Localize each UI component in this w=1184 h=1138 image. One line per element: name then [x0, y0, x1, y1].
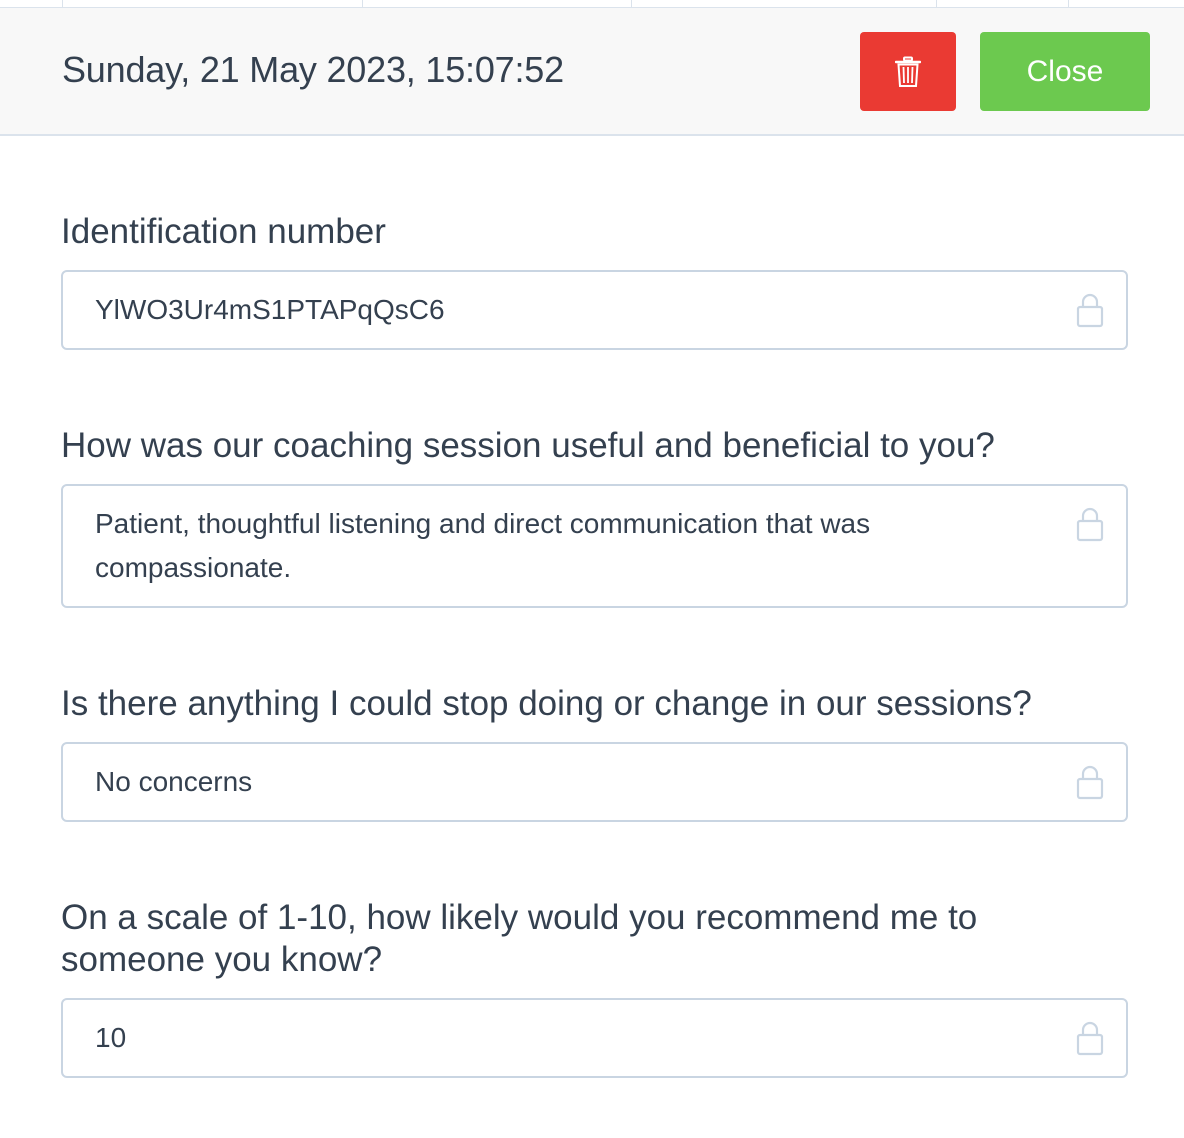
field-value-change: No concerns [95, 766, 253, 797]
field-label-useful: How was our coaching session useful and … [61, 426, 995, 465]
column-divider [362, 0, 363, 7]
record-datetime: Sunday, 21 May 2023, 15:07:52 [62, 49, 564, 90]
column-divider [1068, 0, 1069, 7]
field-value-identification: YlWO3Ur4mS1PTAPqQsC6 [95, 294, 445, 325]
lock-icon [1076, 293, 1104, 328]
field-value-recommend: 10 [95, 1022, 127, 1053]
column-divider [631, 0, 632, 7]
column-divider [62, 0, 63, 7]
field-label-change: Is there anything I could stop doing or … [61, 684, 1032, 723]
field-label-identification: Identification number [61, 212, 386, 251]
table-header-strip [0, 0, 1184, 8]
lock-icon [1076, 765, 1104, 800]
feedback-detail-page: Sunday, 21 May 2023, 15:07:52 Close Iden… [0, 0, 1184, 1138]
useful-field: Patient, thoughtful listening and direct… [61, 484, 1128, 608]
delete-button[interactable] [860, 32, 956, 111]
record-header: Sunday, 21 May 2023, 15:07:52 Close [0, 8, 1184, 136]
column-divider [936, 0, 937, 7]
lock-icon [1076, 507, 1104, 542]
trash-icon [895, 56, 921, 87]
change-field: No concerns [61, 742, 1128, 822]
lock-icon [1076, 1021, 1104, 1056]
field-label-recommend: On a scale of 1-10, how likely would you… [61, 898, 978, 979]
field-value-useful: Patient, thoughtful listening and direct… [95, 508, 871, 583]
identification-field: YlWO3Ur4mS1PTAPqQsC6 [61, 270, 1128, 350]
close-button[interactable]: Close [980, 32, 1150, 111]
recommend-field: 10 [61, 998, 1128, 1078]
